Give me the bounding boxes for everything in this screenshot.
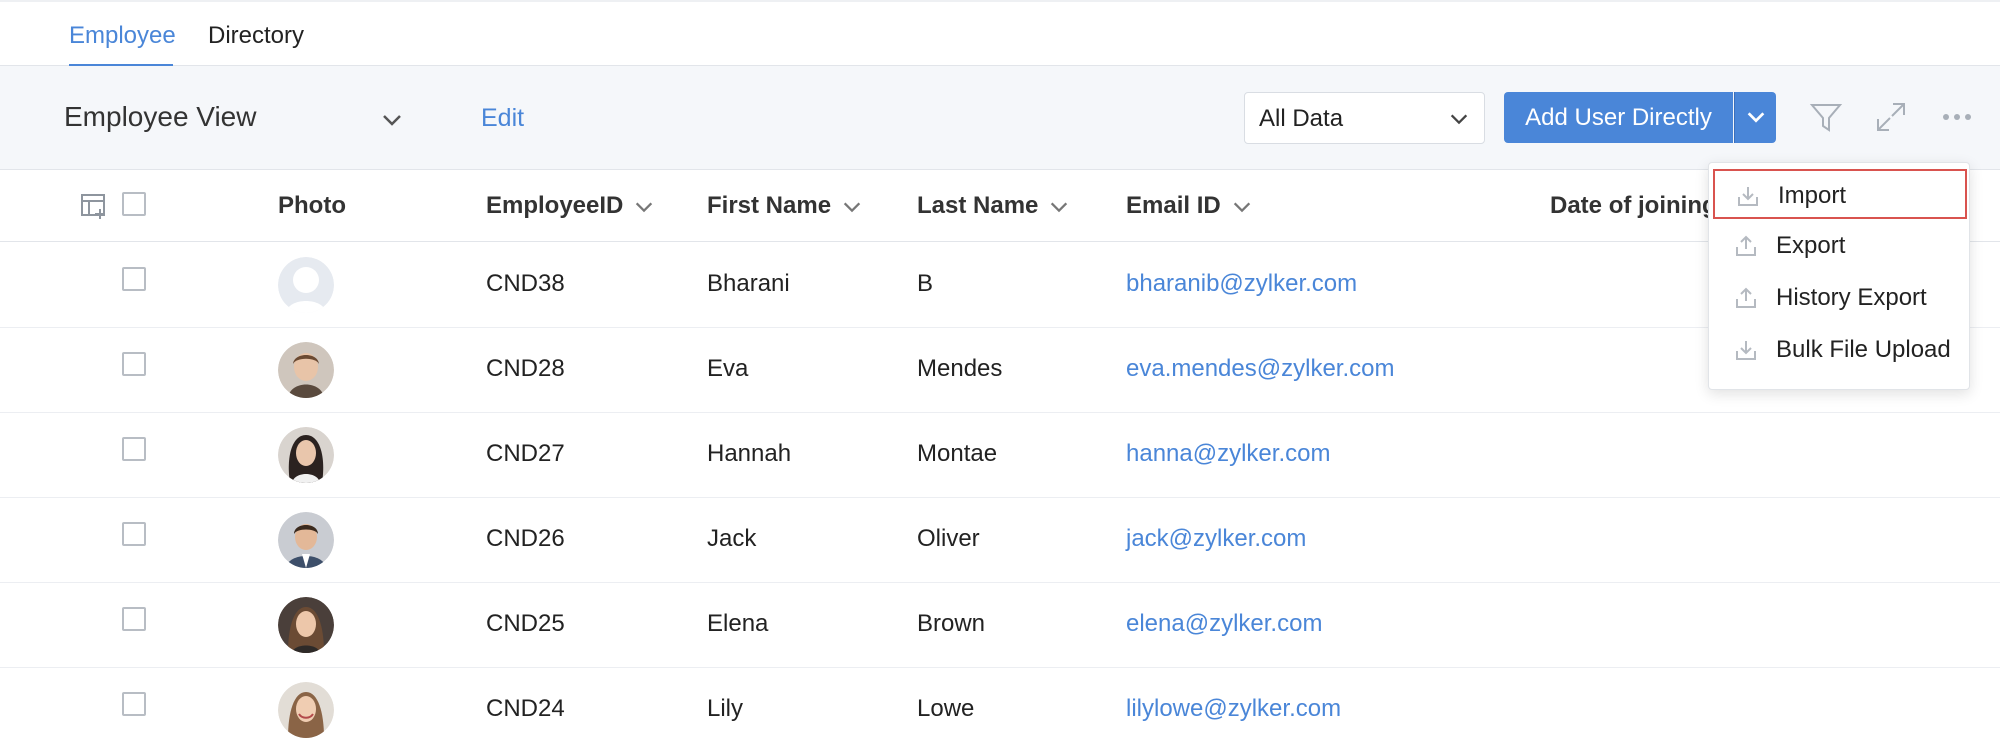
more-options-icon[interactable] [1939,99,1975,135]
menu-item-label: Export [1776,232,1846,259]
last-name-cell: Brown [917,610,986,637]
first-name-cell: Lily [707,695,744,722]
last-name-cell: Mendes [917,355,1003,382]
table-row[interactable]: CND26 Jack Oliver jack@zylker.com [0,498,2000,583]
menu-item-export[interactable]: Export [1713,221,1967,271]
employee-id-cell: CND27 [486,440,565,467]
add-user-dropdown-button[interactable] [1734,92,1776,143]
row-checkbox[interactable] [122,437,146,461]
email-link[interactable]: lilylowe@zylker.com [1126,695,1341,723]
menu-item-bulk-file-upload[interactable]: Bulk File Upload [1713,325,1967,375]
row-checkbox[interactable] [122,607,146,631]
view-toolbar: Employee View Edit All Data Add User Dir… [0,66,2000,170]
download-icon [1736,341,1756,360]
download-icon [1738,187,1758,206]
tab-bar: Employee Directory [0,0,2000,67]
column-header-label: Last Name [917,192,1039,219]
column-header-employee-id[interactable]: EmployeeID [486,192,655,220]
table-row[interactable]: CND25 Elena Brown elena@zylker.com [0,583,2000,668]
avatar [278,512,334,568]
avatar [278,597,334,653]
last-name-cell: B [917,270,934,297]
more-options-menu: Import Export History Export Bulk File U… [1708,162,1970,390]
chevron-down-icon[interactable] [380,108,404,132]
email-link[interactable]: elena@zylker.com [1126,610,1322,638]
row-checkbox[interactable] [122,522,146,546]
menu-item-label: Bulk File Upload [1776,336,1951,363]
first-name-cell: Hannah [707,440,792,467]
upload-icon [1736,287,1756,308]
first-name-cell: Elena [707,610,769,637]
first-name-cell: Bharani [707,270,790,297]
row-checkbox[interactable] [122,692,146,716]
tab-directory[interactable]: Directory [208,22,304,50]
row-checkbox[interactable] [122,352,146,376]
tab-employee[interactable]: Employee [69,22,176,50]
last-name-cell: Montae [917,440,998,467]
column-settings-icon[interactable] [80,192,108,220]
data-filter-value: All Data [1259,105,1344,132]
column-header-date-of-joining[interactable]: Date of joining [1550,192,1717,220]
column-header-email-id[interactable]: Email ID [1126,192,1253,220]
column-header-photo: Photo [278,192,346,219]
menu-item-label: Import [1778,182,1847,209]
table-row[interactable]: CND28 Eva Mendes eva.mendes@zylker.com [0,328,2000,413]
table-row[interactable]: CND27 Hannah Montae hanna@zylker.com [0,413,2000,498]
filter-icon[interactable] [1808,99,1844,135]
table-header: Photo EmployeeID First Name Last Name Em… [0,170,2000,242]
column-header-label: First Name [707,192,832,219]
chevron-down-icon [1747,112,1765,123]
row-checkbox[interactable] [122,267,146,291]
employee-id-cell: CND28 [486,355,565,382]
email-link[interactable]: hanna@zylker.com [1126,440,1330,468]
menu-item-label: History Export [1776,284,1927,311]
avatar [278,342,334,398]
email-link[interactable]: eva.mendes@zylker.com [1126,355,1394,383]
data-filter-select[interactable]: All Data [1244,92,1485,144]
upload-icon [1736,235,1756,256]
employee-id-cell: CND25 [486,610,565,637]
menu-item-import[interactable]: Import [1713,169,1967,219]
chevron-down-icon[interactable] [633,196,655,218]
select-all-checkbox[interactable] [122,192,146,216]
last-name-cell: Oliver [917,525,980,552]
employee-id-cell: CND24 [486,695,565,722]
column-header-last-name[interactable]: Last Name [917,192,1070,220]
chevron-down-icon[interactable] [1231,196,1253,218]
chevron-down-icon[interactable] [841,196,863,218]
first-name-cell: Jack [707,525,757,552]
expand-icon[interactable] [1873,99,1909,135]
employee-id-cell: CND38 [486,270,565,297]
employee-id-cell: CND26 [486,525,565,552]
edit-view-link[interactable]: Edit [481,104,524,133]
table-row[interactable]: CND38 Bharani B bharanib@zylker.com [0,243,2000,328]
avatar [278,427,334,483]
email-link[interactable]: jack@zylker.com [1126,525,1306,553]
column-header-label: Email ID [1126,192,1221,219]
menu-item-history-export[interactable]: History Export [1713,273,1967,323]
avatar [278,257,334,313]
table-row[interactable]: CND24 Lily Lowe lilylowe@zylker.com [0,668,2000,747]
chevron-down-icon [1450,114,1468,125]
avatar [278,682,334,738]
view-selector-label[interactable]: Employee View [64,101,256,133]
first-name-cell: Eva [707,355,749,382]
chevron-down-icon[interactable] [1048,196,1070,218]
column-header-first-name[interactable]: First Name [707,192,863,220]
add-user-button[interactable]: Add User Directly [1504,92,1733,143]
last-name-cell: Lowe [917,695,975,722]
email-link[interactable]: bharanib@zylker.com [1126,270,1357,298]
column-header-label: EmployeeID [486,192,624,219]
